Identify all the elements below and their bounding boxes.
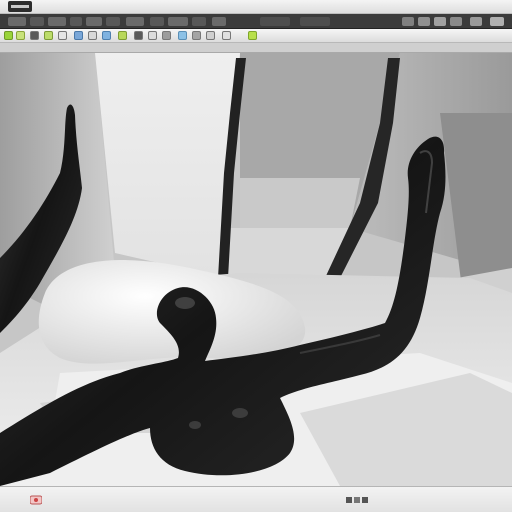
viewport-header: [0, 43, 512, 53]
title-bar: [0, 0, 512, 14]
menu-item-7[interactable]: [126, 17, 144, 26]
tool-icon-15[interactable]: [206, 31, 215, 40]
tool-icon-16[interactable]: [222, 31, 231, 40]
pen-icon[interactable]: [88, 31, 97, 40]
move-icon[interactable]: [16, 31, 25, 40]
menu-item-2[interactable]: [30, 17, 44, 26]
menu-item-4[interactable]: [70, 17, 82, 26]
menu-item-11[interactable]: [212, 17, 226, 26]
tool-icon-12[interactable]: [162, 31, 171, 40]
scene-render: [0, 53, 512, 486]
snap-icon[interactable]: [148, 31, 157, 40]
brush-icon[interactable]: [58, 31, 67, 40]
select-icon[interactable]: [4, 31, 13, 40]
restore-icon[interactable]: [418, 17, 430, 26]
status-icon[interactable]: [30, 495, 42, 505]
menu-item-9[interactable]: [168, 17, 188, 26]
menu-item-12[interactable]: [260, 17, 290, 26]
light-icon[interactable]: [118, 31, 127, 40]
camera-icon[interactable]: [102, 31, 111, 40]
settings-icon[interactable]: [434, 17, 446, 26]
rotate-icon[interactable]: [30, 31, 39, 40]
help-icon[interactable]: [470, 17, 482, 26]
menu-item-6[interactable]: [106, 17, 120, 26]
user-icon[interactable]: [450, 17, 462, 26]
paint-icon[interactable]: [74, 31, 83, 40]
menu-item-10[interactable]: [192, 17, 206, 26]
menu-item-3[interactable]: [48, 17, 66, 26]
menu-item-13[interactable]: [300, 17, 330, 26]
menu-item-8[interactable]: [150, 17, 164, 26]
menu-item-1[interactable]: [8, 17, 26, 26]
app-badge-icon[interactable]: [8, 1, 32, 12]
redo-icon[interactable]: [192, 31, 201, 40]
tool-bar: [0, 29, 512, 43]
close-icon[interactable]: [490, 17, 504, 26]
grid-icon[interactable]: [134, 31, 143, 40]
undo-icon[interactable]: [178, 31, 187, 40]
status-indicator-icon: [346, 497, 368, 503]
status-bar: [0, 486, 512, 512]
menu-item-5[interactable]: [86, 17, 102, 26]
minimize-icon[interactable]: [402, 17, 414, 26]
scale-icon[interactable]: [44, 31, 53, 40]
menu-bar: [0, 14, 512, 29]
render-icon[interactable]: [248, 31, 257, 40]
perspective-viewport[interactable]: [0, 53, 512, 486]
